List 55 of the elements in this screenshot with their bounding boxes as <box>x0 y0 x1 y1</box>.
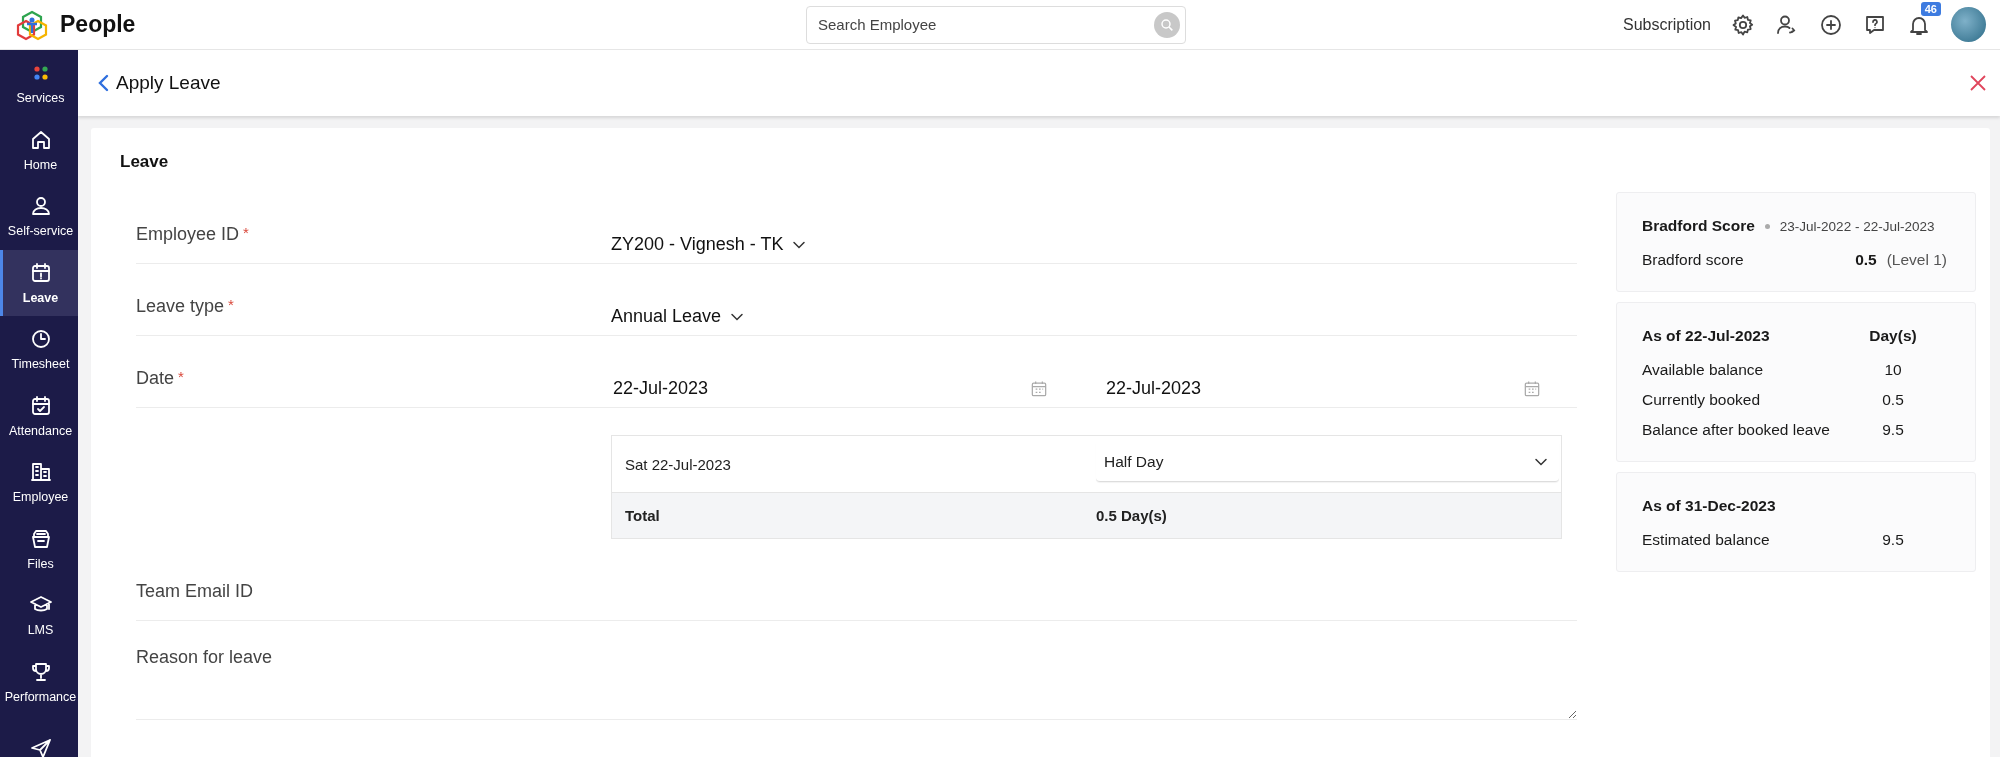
field-label: Leave type <box>136 296 225 317</box>
sidebar-item[interactable]: LMS <box>0 582 78 649</box>
score-label: Bradford score <box>1642 251 1745 269</box>
page-title: Apply Leave <box>116 72 221 94</box>
sidebar-item[interactable]: Self-service <box>0 183 78 250</box>
balance-value: 10 <box>1883 361 1903 379</box>
balance-label: Currently booked <box>1642 391 1762 409</box>
sidebar-item[interactable]: Services <box>0 50 78 117</box>
settings-icon[interactable] <box>1731 12 1755 37</box>
search-field[interactable]: Search Employee <box>806 5 1186 44</box>
sidebar-item[interactable]: Files <box>0 515 78 582</box>
unit-header: Day(s) <box>1868 327 1918 345</box>
logo-icon <box>16 8 48 41</box>
notification-badge: 46 <box>1920 1 1941 16</box>
table-cell: 0.5 Day(s) <box>1096 507 1167 524</box>
subscription-link[interactable]: Subscription <box>1622 15 1711 34</box>
date-field[interactable]: 22-Jul-2023 <box>1104 378 1560 399</box>
card-title: As of 31-Dec-2023 <box>1642 497 1777 515</box>
field-label: Reason for leave <box>136 647 273 668</box>
field-label: Employee ID <box>136 224 240 245</box>
sidebar-item[interactable]: Timesheet <box>0 316 78 383</box>
required-mark: * <box>243 224 249 241</box>
balance-label: Estimated balance <box>1642 531 1771 549</box>
session-dropdown[interactable]: Half Day <box>1096 442 1559 482</box>
balance-value: 9.5 <box>1881 421 1905 439</box>
score-level: (Level 1) <box>1886 251 1947 269</box>
separator-dot <box>1764 223 1770 229</box>
sidebar-item[interactable]: Performance <box>0 648 78 715</box>
date-range: 23-Jul-2022 - 22-Jul-2023 <box>1779 218 1935 234</box>
balance-value: 9.5 <box>1881 531 1905 549</box>
sidebar-item[interactable]: Attendance <box>0 382 78 449</box>
balance-value: 0.5 <box>1881 391 1905 409</box>
sidebar-item[interactable]: Home <box>0 116 78 183</box>
table-cell-text: Total <box>624 507 661 524</box>
card-title: As of 22-Jul-2023 <box>1642 327 1771 345</box>
field-label: Date <box>136 368 175 389</box>
airplane-icon <box>28 736 53 757</box>
balance-label: Balance after booked leave <box>1642 421 1831 439</box>
balance-label: Available balance <box>1642 361 1765 379</box>
required-mark: * <box>228 296 234 313</box>
table-cell-text: Sat 22-Jul-2023 <box>624 455 732 473</box>
required-mark: * <box>178 368 184 385</box>
select-field[interactable]: ZY200 - Vignesh - TK <box>611 234 810 255</box>
app-name: People <box>60 11 136 38</box>
card-title: Bradford Score <box>1642 217 1755 235</box>
select-field[interactable]: Annual Leave <box>611 306 748 327</box>
add-icon[interactable] <box>1819 12 1843 37</box>
score-value: 0.5 <box>1855 251 1877 269</box>
search-icon <box>1159 16 1175 33</box>
date-field[interactable]: 22-Jul-2023 <box>611 378 1067 399</box>
section-title: Leave <box>120 152 169 172</box>
sidebar-item[interactable]: Employee <box>0 449 78 516</box>
field-label: Team Email ID <box>136 581 254 602</box>
sidebar-item[interactable]: Leave <box>0 249 78 316</box>
avatar[interactable] <box>1951 7 1986 42</box>
